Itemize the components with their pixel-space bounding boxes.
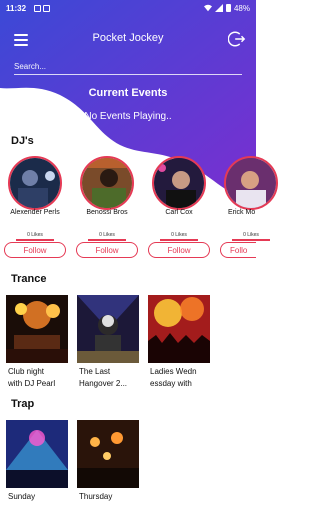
dj-likes: 0 Likes bbox=[27, 232, 43, 238]
trap-heading: Trap bbox=[11, 398, 35, 410]
event-image[interactable] bbox=[148, 295, 210, 363]
event-title: Club night with DJ Pearl bbox=[8, 367, 56, 388]
no-events-text: No Events Playing.. bbox=[84, 111, 172, 122]
event-image[interactable] bbox=[77, 295, 139, 363]
dj-avatar[interactable] bbox=[8, 156, 62, 210]
dj-name: Benossi Bros bbox=[86, 209, 128, 216]
image-notification-icon bbox=[43, 4, 51, 12]
dj-list: Alexender Perls 0 Likes Follow Benossi B… bbox=[0, 152, 278, 262]
dj-avatar[interactable] bbox=[224, 156, 278, 210]
app-title: Pocket Jockey bbox=[92, 32, 164, 44]
status-bar: 11:32 48% bbox=[0, 0, 256, 16]
battery-icon bbox=[225, 4, 231, 12]
dj-likes: 0 Likes bbox=[243, 232, 259, 238]
dj-name: Alexender Perls bbox=[10, 209, 60, 216]
dj-likes-bar bbox=[88, 239, 126, 241]
search-input[interactable] bbox=[14, 60, 242, 73]
wifi-icon bbox=[203, 4, 212, 12]
dj-name: Carl Cox bbox=[165, 209, 193, 216]
search-underline bbox=[14, 74, 242, 75]
dj-likes: 0 Likes bbox=[99, 232, 115, 238]
trance-heading: Trance bbox=[11, 273, 47, 285]
signal-icon bbox=[214, 4, 223, 12]
event-title: Ladies Wedn essday with bbox=[150, 367, 197, 388]
trap-event-list: Sunday Thursday bbox=[0, 420, 256, 510]
status-time: 11:32 bbox=[6, 3, 27, 13]
battery-level: 48% bbox=[233, 3, 250, 13]
dj-name: Erick Mo bbox=[228, 209, 256, 216]
follow-button[interactable]: Follo bbox=[220, 242, 256, 258]
event-image[interactable] bbox=[77, 420, 139, 488]
dj-likes: 0 Likes bbox=[171, 232, 187, 238]
current-events-heading: Current Events bbox=[88, 87, 168, 99]
event-image[interactable] bbox=[6, 295, 68, 363]
event-image[interactable] bbox=[6, 420, 68, 488]
logout-icon[interactable] bbox=[228, 30, 246, 48]
event-title: Thursday bbox=[79, 492, 113, 501]
event-title: Sunday bbox=[8, 492, 36, 501]
search-bar bbox=[14, 56, 242, 76]
follow-button[interactable]: Follow bbox=[148, 242, 210, 258]
notification-icon bbox=[34, 4, 42, 12]
follow-button[interactable]: Follow bbox=[76, 242, 138, 258]
dj-likes-bar bbox=[232, 239, 270, 241]
dj-likes-bar bbox=[160, 239, 198, 241]
app-bar: Pocket Jockey bbox=[0, 18, 256, 58]
dj-avatar[interactable] bbox=[152, 156, 206, 210]
trance-event-list: Club night with DJ Pearl The Last Hangov… bbox=[0, 295, 256, 395]
dj-likes-bar bbox=[16, 239, 54, 241]
dj-avatar[interactable] bbox=[80, 156, 134, 210]
follow-button[interactable]: Follow bbox=[4, 242, 66, 258]
event-title: The Last Hangover 2... bbox=[79, 367, 128, 388]
djs-heading: DJ's bbox=[11, 135, 34, 147]
